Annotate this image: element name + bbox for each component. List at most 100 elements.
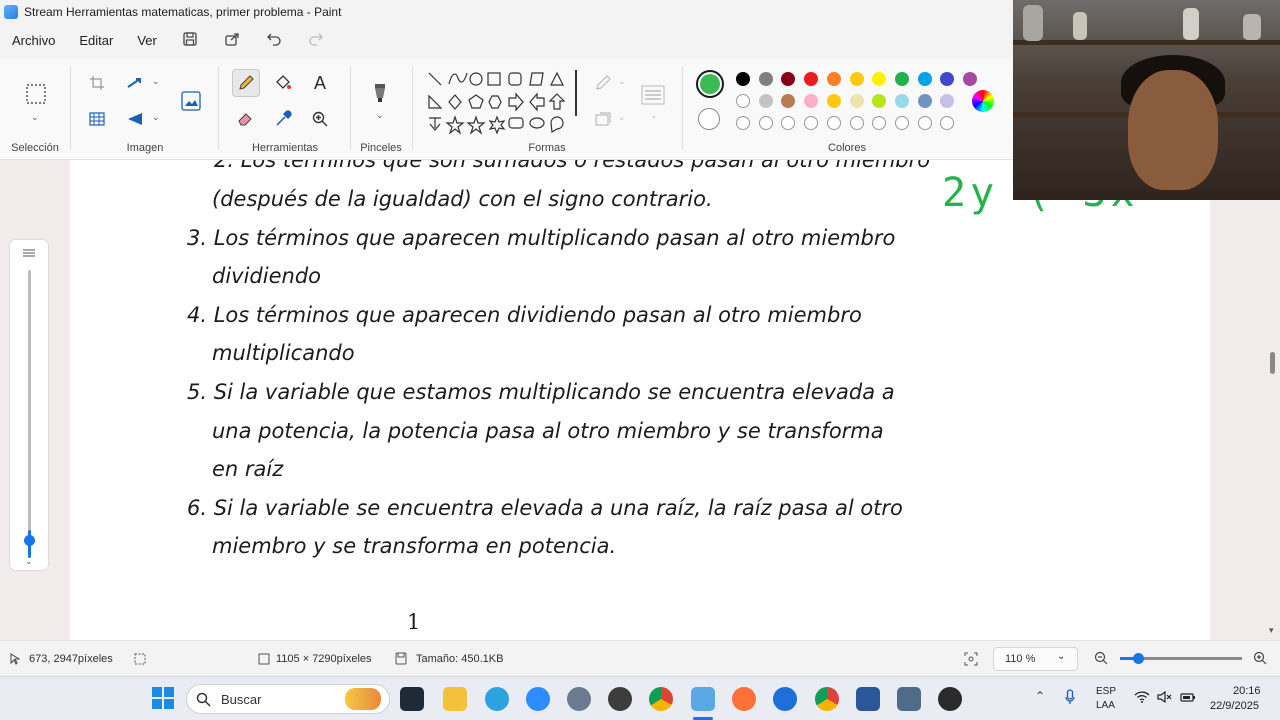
magnifier-icon[interactable]: [307, 106, 333, 132]
redo-icon[interactable]: [306, 31, 326, 51]
custom-color-slot[interactable]: [849, 116, 864, 130]
palette-swatch[interactable]: [781, 94, 796, 108]
select-tool-icon[interactable]: [22, 80, 50, 108]
shapes-gallery-icon[interactable]: [426, 70, 584, 144]
palette-swatch[interactable]: [940, 94, 955, 108]
keyboard-layout[interactable]: LAA: [1096, 700, 1115, 711]
text-tool-icon[interactable]: A: [307, 70, 333, 96]
rotate-icon[interactable]: [122, 106, 148, 132]
selection-chevron-icon[interactable]: ⌄: [31, 112, 39, 123]
rotate-chevron-icon[interactable]: ⌄: [152, 112, 160, 123]
primary-color-swatch[interactable]: [696, 70, 724, 98]
firefox-icon[interactable]: [732, 687, 756, 711]
telegram-icon[interactable]: [485, 687, 509, 711]
clock-time[interactable]: 20:16: [1233, 685, 1261, 697]
taskbar-search[interactable]: Buscar: [186, 684, 390, 714]
palette-swatch[interactable]: [917, 72, 932, 86]
obs-icon[interactable]: [608, 687, 632, 711]
palette-swatch[interactable]: [894, 72, 909, 86]
file-explorer-icon[interactable]: [443, 687, 467, 711]
palette-swatch[interactable]: [963, 72, 977, 86]
bluetooth-icon[interactable]: [773, 687, 797, 711]
secondary-color-swatch[interactable]: [698, 108, 720, 130]
left-scroll-thumb[interactable]: [24, 535, 35, 546]
tray-overflow-icon[interactable]: ⌃: [1035, 689, 1045, 703]
clock-date[interactable]: 22/9/2025: [1210, 700, 1259, 712]
chrome-icon[interactable]: [649, 687, 673, 711]
image-pattern-icon[interactable]: [84, 106, 110, 132]
palette-swatch[interactable]: [849, 72, 864, 86]
palette-swatch[interactable]: [781, 72, 796, 86]
menu-file[interactable]: Archivo: [0, 27, 67, 55]
paint-taskbar-icon[interactable]: [691, 687, 715, 711]
calculator-icon[interactable]: [897, 687, 921, 711]
resize-chevron-icon[interactable]: ⌄: [152, 76, 160, 87]
custom-color-slot[interactable]: [804, 116, 819, 130]
palette-swatch[interactable]: [849, 94, 864, 108]
palette-swatch[interactable]: [758, 72, 773, 86]
palette-swatch[interactable]: [894, 94, 909, 108]
vpn-icon[interactable]: [567, 687, 591, 711]
edit-colors-icon[interactable]: [972, 90, 994, 112]
task-view-icon[interactable]: [400, 687, 424, 711]
shapes-scrollbar[interactable]: [575, 70, 577, 116]
palette-swatch[interactable]: [826, 94, 841, 108]
custom-color-slot[interactable]: [872, 116, 887, 130]
left-scroll-chevron-icon[interactable]: ⌄: [25, 556, 33, 567]
zoom-in-icon[interactable]: [1253, 651, 1267, 668]
search-highlight-icon[interactable]: [345, 688, 381, 710]
custom-color-slot[interactable]: [940, 116, 955, 130]
outline-icon[interactable]: [590, 70, 616, 96]
chrome-profile-icon[interactable]: [815, 687, 839, 711]
microphone-icon[interactable]: [1065, 689, 1075, 710]
outline-chevron-icon[interactable]: ⌄: [618, 76, 626, 87]
zoom-dropdown[interactable]: 110 % ⌄: [993, 647, 1078, 671]
vertical-scrollbar[interactable]: [1268, 160, 1276, 640]
recorder-icon[interactable]: [938, 687, 962, 711]
word-icon[interactable]: [856, 687, 880, 711]
pencil-icon[interactable]: [232, 69, 260, 97]
custom-color-slot[interactable]: [917, 116, 932, 130]
undo-icon[interactable]: [264, 31, 284, 51]
shape-fill-icon[interactable]: [590, 106, 616, 132]
share-icon[interactable]: [222, 31, 242, 51]
start-windows-icon[interactable]: [152, 687, 174, 709]
palette-swatch[interactable]: [736, 72, 750, 86]
color-picker-icon[interactable]: [270, 106, 296, 132]
palette-swatch[interactable]: [872, 72, 887, 86]
palette-swatch[interactable]: [872, 94, 887, 108]
volume-muted-icon[interactable]: [1157, 690, 1173, 708]
shape-size-icon[interactable]: [640, 82, 666, 108]
palette-swatch[interactable]: [940, 72, 955, 86]
eraser-icon[interactable]: [232, 106, 258, 132]
battery-icon[interactable]: [1180, 690, 1196, 708]
pan-handle-icon[interactable]: [22, 246, 36, 258]
custom-color-slot[interactable]: [781, 116, 796, 130]
resize-icon[interactable]: [122, 70, 148, 96]
palette-swatch[interactable]: [804, 94, 819, 108]
custom-color-slot[interactable]: [894, 116, 909, 130]
image-effects-icon[interactable]: [178, 88, 204, 114]
palette-swatch[interactable]: [736, 94, 750, 108]
palette-swatch[interactable]: [826, 72, 841, 86]
custom-color-slot[interactable]: [736, 116, 750, 130]
palette-swatch[interactable]: [804, 72, 819, 86]
scroll-down-icon[interactable]: ▾: [1269, 625, 1274, 636]
menu-view[interactable]: Ver: [125, 27, 169, 55]
palette-swatch[interactable]: [758, 94, 773, 108]
fit-to-window-icon[interactable]: [964, 652, 978, 669]
zoom-app-icon[interactable]: [526, 687, 550, 711]
custom-color-slot[interactable]: [758, 116, 773, 130]
save-icon[interactable]: [180, 31, 200, 51]
palette-swatch[interactable]: [917, 94, 932, 108]
crop-icon[interactable]: [84, 70, 110, 96]
menu-edit[interactable]: Editar: [67, 27, 125, 55]
fill-bucket-icon[interactable]: [270, 70, 296, 96]
brushes-chevron-icon[interactable]: ⌄: [376, 110, 384, 121]
shape-fill-chevron-icon[interactable]: ⌄: [618, 112, 626, 123]
zoom-out-icon[interactable]: [1094, 651, 1108, 668]
canvas-page[interactable]: 2. Los términos que son sumados o restad…: [70, 160, 1210, 640]
shape-size-chevron-icon[interactable]: ⌄: [650, 110, 658, 121]
wifi-icon[interactable]: [1134, 690, 1150, 708]
vertical-scroll-thumb[interactable]: [1270, 352, 1275, 374]
